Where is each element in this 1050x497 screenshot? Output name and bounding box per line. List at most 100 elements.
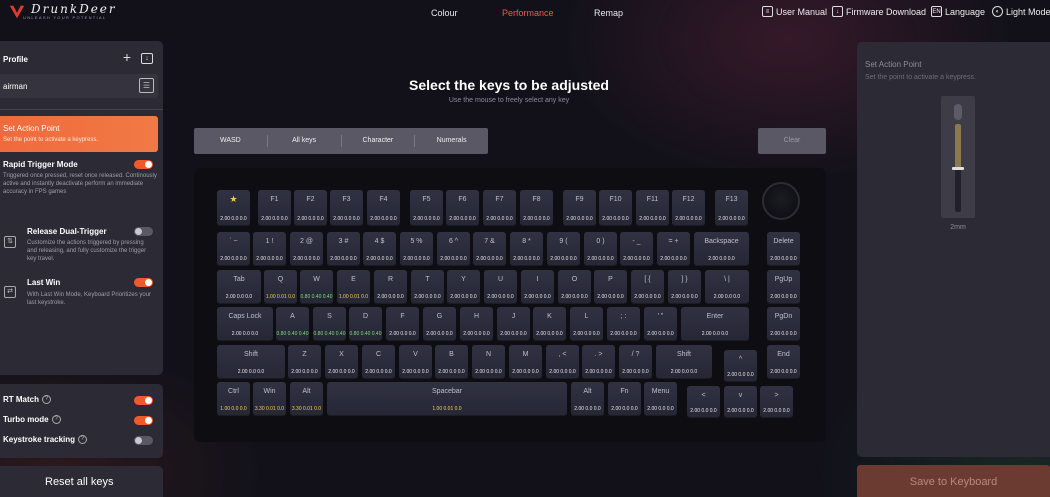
info-icon[interactable]: ? <box>78 435 88 444</box>
key-u[interactable]: U 2.00 0.0 0.0 <box>484 270 517 304</box>
key-o[interactable]: O 2.00 0.0 0.0 <box>558 270 591 304</box>
last-win-toggle[interactable] <box>134 278 153 287</box>
info-icon[interactable]: ? <box>51 415 61 424</box>
key-caps-lock[interactable]: Caps Lock 2.00 0.0 0.0 <box>217 307 273 341</box>
key-q[interactable]: Q 1.00 0.01 0.0 <box>264 270 297 304</box>
key-1[interactable]: 1 ! 2.00 0.0 0.0 <box>253 232 286 266</box>
info-icon[interactable]: ? <box>42 395 51 404</box>
clear-button[interactable]: Clear <box>758 128 826 154</box>
key-j[interactable]: J 2.00 0.0 0.0 <box>497 307 530 341</box>
key-favorite[interactable]: ★ 2.00 0.0 0.0 <box>217 190 250 226</box>
key-f3[interactable]: F3 2.00 0.0 0.0 <box>330 190 363 226</box>
dual-trigger-toggle[interactable] <box>134 227 153 236</box>
key-f11[interactable]: F11 2.00 0.0 0.0 <box>636 190 669 226</box>
key-d[interactable]: D 0.80 0.40 0.40 <box>349 307 382 341</box>
import-profile-icon[interactable]: ↓ <box>141 53 153 64</box>
profile-settings-icon[interactable]: ☰ <box>139 78 154 93</box>
key-symbol[interactable]: ^ 2.00 0.0 0.0 <box>724 350 757 382</box>
profile-item[interactable]: airman ☰ <box>0 74 158 98</box>
key-8[interactable]: 8 * 2.00 0.0 0.0 <box>510 232 543 266</box>
key-7[interactable]: 7 & 2.00 0.0 0.0 <box>473 232 506 266</box>
key-a[interactable]: A 0.80 0.40 0.40 <box>276 307 309 341</box>
key-alt[interactable]: Alt 2.00 0.0 0.0 <box>571 382 604 416</box>
firmware-download-button[interactable]: ↓ Firmware Download <box>832 6 926 17</box>
key-alt[interactable]: Alt 3.30 0.01 0.0 <box>290 382 323 416</box>
key-v[interactable]: v 2.00 0.0 0.0 <box>724 386 757 418</box>
key-f[interactable]: F 2.00 0.0 0.0 <box>386 307 419 341</box>
rapid-trigger-toggle[interactable] <box>134 160 153 169</box>
add-profile-icon[interactable]: + <box>121 50 133 64</box>
key-z[interactable]: Z 2.00 0.0 0.0 <box>288 345 321 379</box>
keystroke-tracking-toggle[interactable] <box>134 436 153 445</box>
nav-performance[interactable]: Performance <box>502 8 554 18</box>
key-symbol[interactable]: <2.00 0.0 0.0 <box>687 386 720 418</box>
key-v[interactable]: V 2.00 0.0 0.0 <box>399 345 432 379</box>
language-button[interactable]: EN Language <box>931 6 985 17</box>
filter-numerals[interactable]: Numerals <box>415 135 488 147</box>
key-n[interactable]: N 2.00 0.0 0.0 <box>472 345 505 379</box>
key-f12[interactable]: F12 2.00 0.0 0.0 <box>672 190 705 226</box>
key-b[interactable]: B 2.00 0.0 0.0 <box>435 345 468 379</box>
key-symbol[interactable]: [ {2.00 0.0 0.0 <box>631 270 664 304</box>
key-f10[interactable]: F10 2.00 0.0 0.0 <box>599 190 632 226</box>
key-f5[interactable]: F5 2.00 0.0 0.0 <box>410 190 443 226</box>
key-ctrl[interactable]: Ctrl 1.00 0.0 0.0 <box>217 382 250 416</box>
key-l[interactable]: L 2.00 0.0 0.0 <box>570 307 603 341</box>
key-symbol[interactable]: = + 2.00 0.0 0.0 <box>657 232 690 266</box>
key-symbol[interactable]: / ? 2.00 0.0 0.0 <box>619 345 652 379</box>
key-pgup[interactable]: PgUp 2.00 0.0 0.0 <box>767 270 800 304</box>
key-k[interactable]: K 2.00 0.0 0.0 <box>533 307 566 341</box>
key-f2[interactable]: F2 2.00 0.0 0.0 <box>294 190 327 226</box>
key-shift[interactable]: Shift 2.00 0.0 0.0 <box>217 345 285 379</box>
key-fn[interactable]: Fn 2.00 0.0 0.0 <box>608 382 641 416</box>
key-f7[interactable]: F7 2.00 0.0 0.0 <box>483 190 516 226</box>
key-2[interactable]: 2 @ 2.00 0.0 0.0 <box>290 232 323 266</box>
key-symbol[interactable]: . > 2.00 0.0 0.0 <box>582 345 615 379</box>
key-t[interactable]: T 2.00 0.0 0.0 <box>411 270 444 304</box>
nav-remap[interactable]: Remap <box>594 8 623 18</box>
key-symbol[interactable]: - _ 2.00 0.0 0.0 <box>620 232 653 266</box>
key-pgdn[interactable]: PgDn 2.00 0.0 0.0 <box>767 307 800 341</box>
key-f6[interactable]: F6 2.00 0.0 0.0 <box>446 190 479 226</box>
key-f4[interactable]: F4 2.00 0.0 0.0 <box>367 190 400 226</box>
key-f13[interactable]: F13 2.00 0.0 0.0 <box>715 190 748 226</box>
key-symbol[interactable]: >2.00 0.0 0.0 <box>760 386 793 418</box>
key-6[interactable]: 6 ^ 2.00 0.0 0.0 <box>437 232 470 266</box>
key-end[interactable]: End 2.00 0.0 0.0 <box>767 345 800 379</box>
key-h[interactable]: H 2.00 0.0 0.0 <box>460 307 493 341</box>
filter-wasd[interactable]: WASD <box>194 135 268 147</box>
key-0[interactable]: 0 ) 2.00 0.0 0.0 <box>584 232 617 266</box>
user-manual-button[interactable]: ≡ User Manual <box>762 6 827 17</box>
key-f1[interactable]: F1 2.00 0.0 0.0 <box>258 190 291 226</box>
key-r[interactable]: R 2.00 0.0 0.0 <box>374 270 407 304</box>
key-win[interactable]: Win 3.30 0.01 0.0 <box>253 382 286 416</box>
filter-all-keys[interactable]: All keys <box>268 135 342 147</box>
key-tab[interactable]: Tab 2.00 0.0 0.0 <box>217 270 261 304</box>
key-shift[interactable]: Shift 2.00 0.0 0.0 <box>656 345 712 379</box>
key-c[interactable]: C 2.00 0.0 0.0 <box>362 345 395 379</box>
filter-character[interactable]: Character <box>342 135 416 147</box>
key-g[interactable]: G 2.00 0.0 0.0 <box>423 307 456 341</box>
light-mode-button[interactable]: ◐ Light Mode <box>992 6 1050 17</box>
key-f8[interactable]: F8 2.00 0.0 0.0 <box>520 190 553 226</box>
key-backspace[interactable]: Backspace 2.00 0.0 0.0 <box>694 232 749 266</box>
key-symbol[interactable]: ' " 2.00 0.0 0.0 <box>644 307 677 341</box>
turbo-mode-toggle[interactable] <box>134 416 153 425</box>
travel-slider[interactable] <box>941 96 975 218</box>
set-action-point-card[interactable]: Set Action Point Set the point to activa… <box>0 116 158 152</box>
save-to-keyboard-button[interactable]: Save to Keyboard <box>857 465 1050 497</box>
key-e[interactable]: E 1.00 0.01 0.0 <box>337 270 370 304</box>
key-symbol[interactable]: , < 2.00 0.0 0.0 <box>546 345 579 379</box>
key-5[interactable]: 5 % 2.00 0.0 0.0 <box>400 232 433 266</box>
key-9[interactable]: 9 (2.00 0.0 0.0 <box>547 232 580 266</box>
key-symbol[interactable]: \ | 2.00 0.0 0.0 <box>705 270 749 304</box>
reset-all-keys-button[interactable]: Reset all keys <box>0 466 163 497</box>
rt-match-toggle[interactable] <box>134 396 153 405</box>
key-m[interactable]: M 2.00 0.0 0.0 <box>509 345 542 379</box>
key-y[interactable]: Y 2.00 0.0 0.0 <box>447 270 480 304</box>
key-spacebar[interactable]: Spacebar 1.00 0.01 0.0 <box>327 382 567 416</box>
volume-knob[interactable] <box>762 182 800 220</box>
key-3[interactable]: 3 # 2.00 0.0 0.0 <box>327 232 360 266</box>
key-p[interactable]: P 2.00 0.0 0.0 <box>594 270 627 304</box>
slider-handle[interactable] <box>952 167 964 170</box>
